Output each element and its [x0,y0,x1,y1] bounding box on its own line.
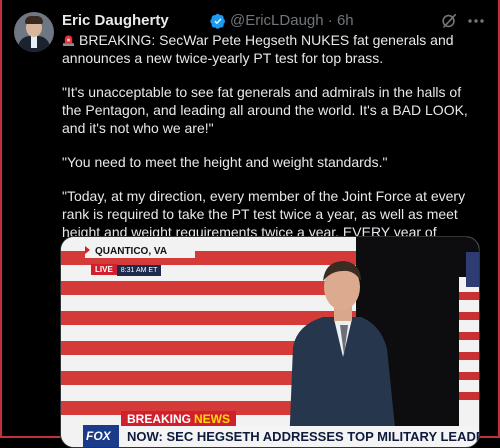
breaking-news-banner: BREAKING NEWS [121,410,237,427]
tweet-paragraph: "You need to meet the height and weight … [62,154,388,170]
headline-bar: NOW: SEC HEGSETH ADDRESSES TOP MILITARY … [121,426,479,447]
live-badge: LIVE 8:31 AM ET [91,259,162,276]
location-label: QUANTICO, VA [85,245,195,258]
separator-dot: · [327,12,333,29]
author-name[interactable]: Eric Daugherty [62,11,169,31]
timestamp[interactable]: 6h [337,12,354,29]
video-media[interactable]: QUANTICO, VA LIVE 8:31 AM ET BREAKING NEWS… [60,236,480,448]
tweet-paragraph: "It's unacceptable to see fat generals a… [62,84,468,136]
tweet-header: Eric Daugherty @EricLDaugh · 6h [62,11,486,31]
network-logo: FOX [83,425,119,447]
author-avatar[interactable] [14,12,54,52]
author-handle[interactable]: @EricLDaugh [230,12,324,29]
siren-emoji-icon [62,35,75,46]
more-icon[interactable] [466,11,486,31]
author-handle-and-time[interactable]: @EricLDaugh · 6h [230,11,354,31]
grok-icon[interactable] [440,12,458,30]
verified-badge-icon [210,13,225,29]
tweet-paragraph: BREAKING: SecWar Pete Hegseth NUKES fat … [62,32,454,66]
